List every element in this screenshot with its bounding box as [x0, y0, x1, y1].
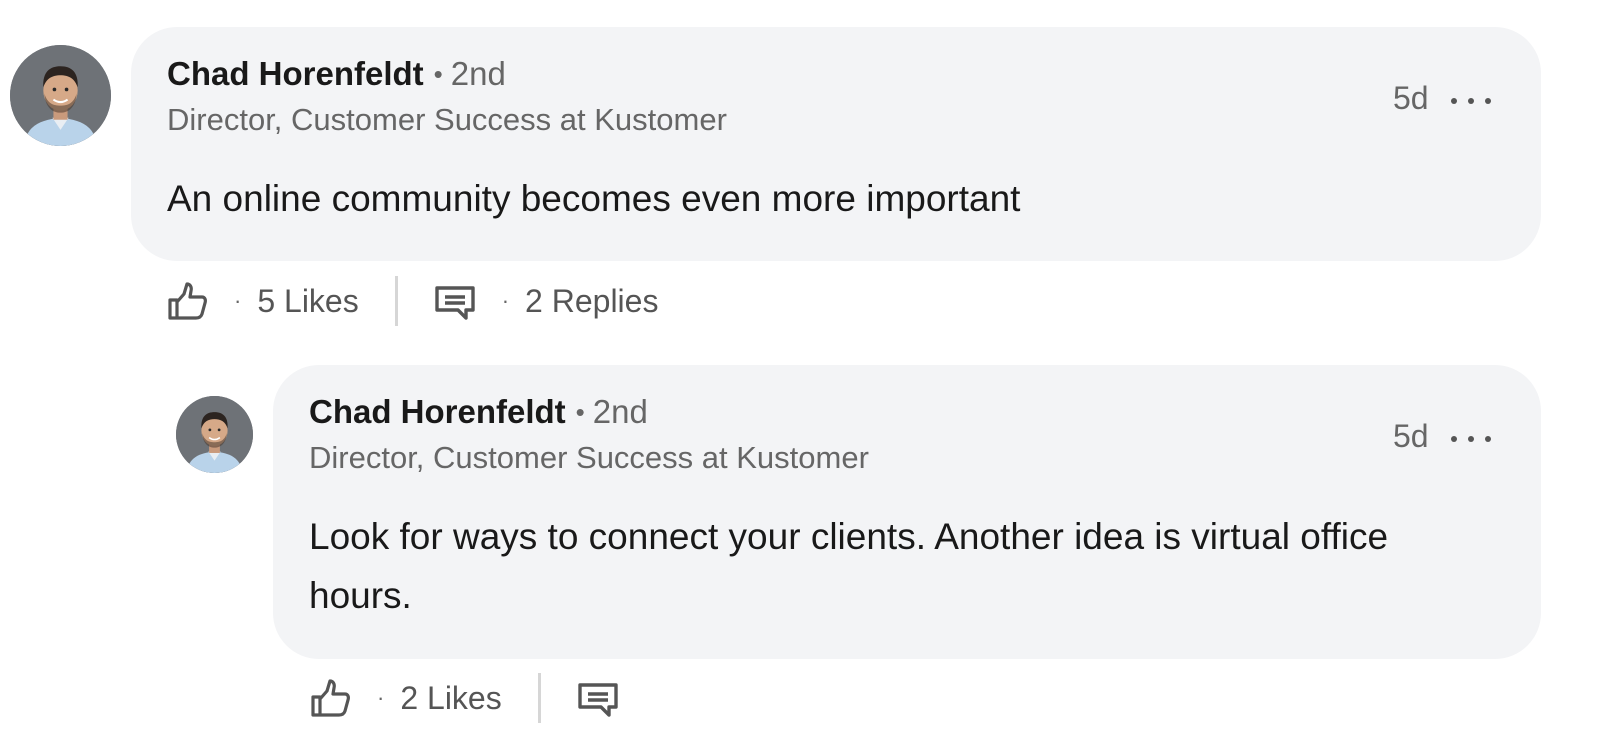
likes-count[interactable]: 5 Likes: [257, 283, 358, 320]
comment-text: An online community becomes even more im…: [167, 178, 1021, 219]
reply-button[interactable]: [577, 677, 619, 719]
reply-actions: · 2 Likes: [309, 673, 619, 723]
avatar-photo-icon: [176, 396, 253, 473]
comment-thread: Chad Horenfeldt • 2nd Director, Customer S…: [0, 0, 1600, 753]
author-headline: Director, Customer Success at Kustomer: [309, 440, 869, 475]
author-headline: Director, Customer Success at Kustomer: [167, 102, 727, 137]
avatar-photo-icon: [10, 45, 111, 146]
comment-timestamp: 5d: [1393, 80, 1429, 116]
commenter-avatar[interactable]: [10, 45, 111, 146]
replies-count[interactable]: 2 Replies: [525, 283, 658, 320]
ellipsis-icon[interactable]: [1451, 95, 1491, 107]
reply-bubble: Chad Horenfeldt • 2nd Director, Customer S…: [273, 365, 1541, 659]
comment-timestamp: 5d: [1393, 418, 1429, 454]
reply-button[interactable]: [434, 280, 476, 322]
speech-bubble-icon: [435, 286, 475, 320]
comment-bubble: Chad Horenfeldt • 2nd Director, Customer S…: [131, 27, 1541, 261]
author-line: Chad Horenfeldt • 2nd: [309, 392, 648, 434]
likes-count[interactable]: 2 Likes: [400, 680, 501, 717]
separator-dot: •: [575, 397, 585, 427]
author-line: Chad Horenfeldt • 2nd: [167, 54, 506, 96]
action-divider: [394, 276, 398, 326]
separator-dot: ·: [501, 288, 510, 313]
like-button[interactable]: [166, 280, 208, 322]
separator-dot: ·: [234, 288, 242, 313]
reply-text: Look for ways to connect your clients. A…: [309, 516, 1389, 616]
separator-dot: •: [433, 59, 443, 89]
action-divider: [537, 673, 541, 723]
speech-bubble-icon: [578, 683, 618, 717]
ellipsis-icon[interactable]: [1451, 433, 1491, 445]
connection-degree: 2nd: [592, 393, 648, 430]
thumbs-up-icon: [311, 679, 350, 717]
comment-actions: · 5 Likes · 2 Replies: [166, 276, 658, 326]
like-button[interactable]: [309, 677, 351, 719]
author-name[interactable]: Chad Horenfeldt: [167, 55, 424, 92]
separator-dot: ·: [377, 685, 385, 710]
connection-degree: 2nd: [450, 55, 506, 92]
reply-avatar[interactable]: [176, 396, 253, 473]
author-name[interactable]: Chad Horenfeldt: [309, 393, 566, 430]
thumbs-up-icon: [168, 282, 207, 320]
